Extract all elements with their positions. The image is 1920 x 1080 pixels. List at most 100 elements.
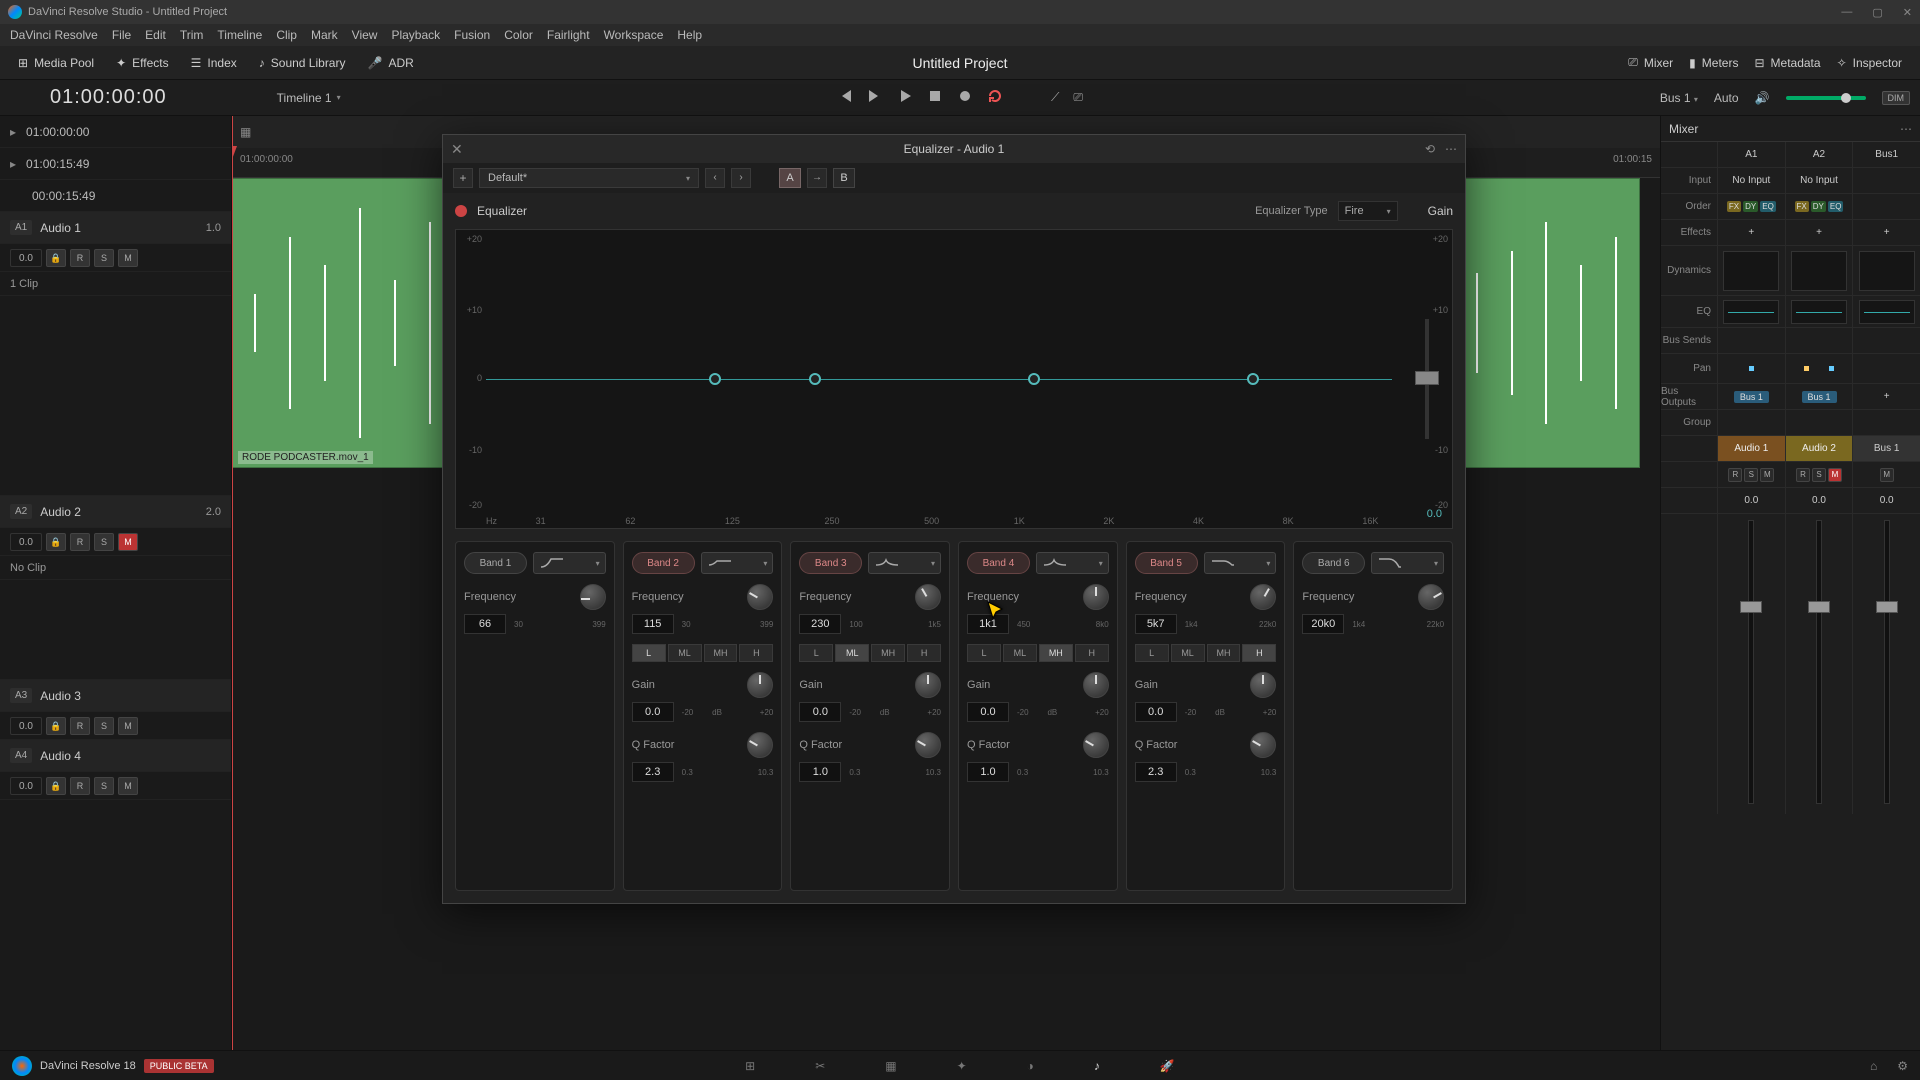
menu-item[interactable]: Color: [504, 28, 533, 42]
freq-preset-mh[interactable]: MH: [871, 644, 905, 662]
page-fusion[interactable]: ✦: [957, 1059, 967, 1073]
chan-header[interactable]: A2: [1785, 142, 1853, 167]
next-preset-button[interactable]: ›: [731, 168, 751, 188]
freq-preset-ml[interactable]: ML: [835, 644, 869, 662]
menu-item[interactable]: View: [352, 28, 378, 42]
gain-knob[interactable]: [747, 672, 773, 698]
freq-preset-mh[interactable]: MH: [1207, 644, 1241, 662]
frequency-knob[interactable]: [1250, 584, 1276, 610]
q-value[interactable]: 1.0: [799, 762, 841, 782]
play-button[interactable]: [897, 88, 913, 107]
dim-button[interactable]: DIM: [1882, 91, 1911, 105]
band-enable-button[interactable]: Band 4: [967, 552, 1030, 574]
q-knob[interactable]: [1083, 732, 1109, 758]
lock-button[interactable]: 🔒: [46, 249, 66, 267]
menu-item[interactable]: Playback: [391, 28, 440, 42]
menu-item[interactable]: Fusion: [454, 28, 490, 42]
menu-item[interactable]: Trim: [180, 28, 204, 42]
playhead[interactable]: [232, 116, 233, 1050]
track-header-a4[interactable]: A4Audio 4: [0, 740, 231, 772]
freq-preset-l[interactable]: L: [967, 644, 1001, 662]
page-media[interactable]: ⊞: [745, 1059, 755, 1073]
band-shape-dropdown[interactable]: ▾: [1204, 552, 1277, 574]
freq-preset-l[interactable]: L: [799, 644, 833, 662]
arm-button[interactable]: R: [70, 533, 90, 551]
track-header-a3[interactable]: A3Audio 3: [0, 680, 231, 712]
menu-item[interactable]: Timeline: [217, 28, 262, 42]
eq-node-4[interactable]: [1028, 373, 1040, 385]
freq-preset-h[interactable]: H: [1075, 644, 1109, 662]
band-shape-dropdown[interactable]: ▾: [1371, 552, 1444, 574]
gain-value[interactable]: 0.0: [799, 702, 841, 722]
mixer-button[interactable]: ⎚Mixer: [1620, 51, 1681, 74]
band-shape-dropdown[interactable]: ▾: [533, 552, 606, 574]
power-button[interactable]: [455, 205, 467, 217]
page-cut[interactable]: ✂: [815, 1059, 825, 1073]
page-deliver[interactable]: 🚀: [1160, 1059, 1175, 1073]
gain-slider[interactable]: [1412, 359, 1442, 399]
freq-preset-mh[interactable]: MH: [1039, 644, 1073, 662]
stop-button[interactable]: [927, 88, 943, 107]
close-icon[interactable]: ✕: [1903, 6, 1912, 19]
q-knob[interactable]: [1250, 732, 1276, 758]
timeline-dropdown[interactable]: Timeline 1▾: [277, 91, 341, 105]
mixer-options-icon[interactable]: ⋯: [1900, 122, 1912, 136]
marker-row[interactable]: ▸01:00:00:00: [0, 116, 231, 148]
band-enable-button[interactable]: Band 5: [1135, 552, 1198, 574]
volume-slider[interactable]: [1786, 96, 1866, 100]
band-enable-button[interactable]: Band 3: [799, 552, 862, 574]
compare-swap-button[interactable]: →: [807, 168, 827, 188]
gain-value[interactable]: 0.0: [1135, 702, 1177, 722]
menu-item[interactable]: Fairlight: [547, 28, 590, 42]
chan-header[interactable]: A1: [1717, 142, 1785, 167]
menu-item[interactable]: DaVinci Resolve: [10, 28, 98, 42]
q-knob[interactable]: [747, 732, 773, 758]
freq-preset-l[interactable]: L: [1135, 644, 1169, 662]
timeline-view-icon[interactable]: ▦: [240, 125, 251, 139]
add-preset-button[interactable]: +: [453, 168, 473, 188]
record-button[interactable]: [957, 88, 973, 107]
eq-type-dropdown[interactable]: Fire▾: [1338, 201, 1398, 221]
project-settings-icon[interactable]: ⚙: [1897, 1059, 1908, 1073]
effects-button[interactable]: ✦Effects: [108, 52, 177, 74]
freq-preset-l[interactable]: L: [632, 644, 666, 662]
gain-knob[interactable]: [1250, 672, 1276, 698]
menu-item[interactable]: Mark: [311, 28, 338, 42]
home-icon[interactable]: ⌂: [1870, 1059, 1877, 1073]
solo-button[interactable]: S: [94, 249, 114, 267]
band-shape-dropdown[interactable]: ▾: [1036, 552, 1109, 574]
gain-value[interactable]: 0.0: [632, 702, 674, 722]
preset-dropdown[interactable]: Default*▾: [479, 168, 699, 188]
page-edit[interactable]: ▦: [885, 1059, 896, 1073]
menu-item[interactable]: Help: [677, 28, 702, 42]
menu-item[interactable]: Clip: [276, 28, 297, 42]
q-value[interactable]: 1.0: [967, 762, 1009, 782]
eq-node-5[interactable]: [1247, 373, 1259, 385]
frequency-knob[interactable]: [1083, 584, 1109, 610]
menu-item[interactable]: Workspace: [604, 28, 664, 42]
q-value[interactable]: 2.3: [1135, 762, 1177, 782]
band-shape-dropdown[interactable]: ▾: [701, 552, 774, 574]
frequency-value[interactable]: 5k7: [1135, 614, 1177, 634]
band-enable-button[interactable]: Band 1: [464, 552, 527, 574]
track-header-a2[interactable]: A2Audio 22.0: [0, 496, 231, 528]
marker-row[interactable]: ▸01:00:15:49: [0, 148, 231, 180]
q-value[interactable]: 2.3: [632, 762, 674, 782]
options-icon[interactable]: ⋯: [1445, 142, 1457, 156]
meters-button[interactable]: ▮Meters: [1681, 51, 1746, 74]
q-knob[interactable]: [915, 732, 941, 758]
eq-graph[interactable]: +20 +10 0 -10 -20 +20 +10 -10 -20 Hz 31 …: [455, 229, 1453, 529]
gain-knob[interactable]: [915, 672, 941, 698]
freq-preset-ml[interactable]: ML: [1171, 644, 1205, 662]
freq-preset-h[interactable]: H: [739, 644, 773, 662]
arm-button[interactable]: R: [70, 249, 90, 267]
freq-preset-ml[interactable]: ML: [1003, 644, 1037, 662]
eq-node-3[interactable]: [809, 373, 821, 385]
loop-button[interactable]: [987, 88, 1003, 107]
bus-dropdown[interactable]: Bus 1 ▾: [1660, 91, 1698, 105]
freq-preset-ml[interactable]: ML: [668, 644, 702, 662]
page-fairlight[interactable]: ♪: [1094, 1059, 1100, 1073]
sound-library-button[interactable]: ♪Sound Library: [251, 52, 354, 74]
fader-a2[interactable]: [1785, 514, 1853, 814]
master-timecode[interactable]: 01:00:00:00: [50, 86, 167, 109]
